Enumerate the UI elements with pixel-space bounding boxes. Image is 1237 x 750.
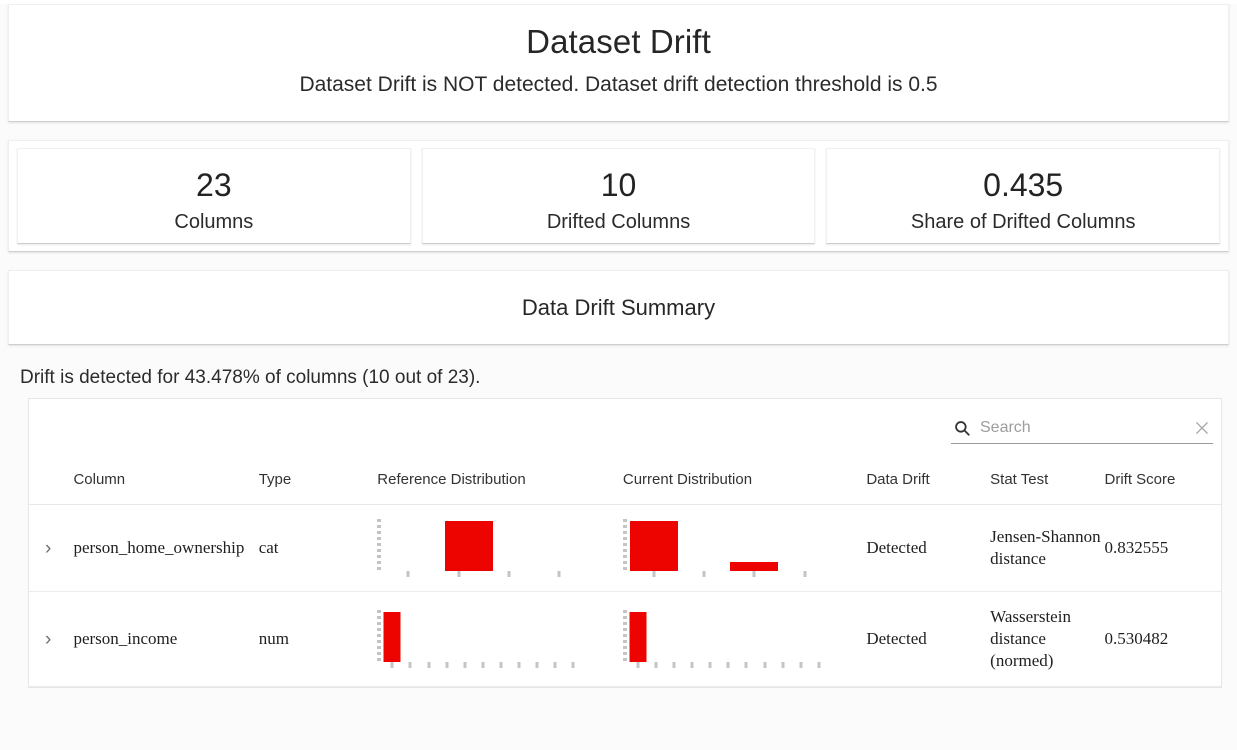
cell-stat-test: Wasserstein distance (normed) [990,592,1104,687]
cell-column-type: cat [259,505,378,592]
cell-current-distribution [623,592,866,687]
table-row[interactable]: › person_home_ownership cat [29,505,1221,592]
cell-stat-test: Jensen-Shannon distance [990,505,1104,592]
cell-column-name: person_home_ownership [73,505,258,592]
search-box[interactable] [951,416,1213,444]
drift-table: Column Type Reference Distribution Curre… [29,461,1221,687]
report-header-panel: Dataset Drift Dataset Drift is NOT detec… [8,4,1229,122]
row-expander-cell: › [29,505,73,592]
search-input[interactable] [980,419,1193,437]
chevron-right-icon[interactable]: › [29,630,73,649]
chart-bar [445,521,493,571]
cell-current-distribution [623,505,866,592]
counter-value: 23 [18,165,410,205]
cell-column-type: num [259,592,378,687]
reference-distribution-chart [377,610,582,668]
cell-data-drift: Detected [866,505,990,592]
data-drift-summary-panel: Data Drift Summary [8,270,1229,345]
column-header-current-distribution[interactable]: Current Distribution [623,461,866,505]
row-expander-cell: › [29,592,73,687]
table-row[interactable]: › person_income num [29,592,1221,687]
counter-card-drifted-columns: 10 Drifted Columns [422,148,816,244]
drift-summary-text: Drift is detected for 43.478% of columns… [20,365,1225,391]
chevron-right-icon[interactable]: › [29,539,73,558]
search-icon [953,419,971,437]
table-body: › person_home_ownership cat [29,505,1221,687]
close-icon[interactable] [1193,419,1211,437]
counter-card-columns: 23 Columns [17,148,411,244]
counter-label: Drifted Columns [423,207,815,237]
counters-panel: 23 Columns 10 Drifted Columns 0.435 Shar… [8,140,1229,252]
section-title: Data Drift Summary [522,295,715,321]
cell-column-name: person_income [73,592,258,687]
drift-table-panel: Column Type Reference Distribution Curre… [28,398,1222,688]
cell-reference-distribution [377,592,623,687]
cell-drift-score: 0.832555 [1105,505,1222,592]
column-header-drift-score[interactable]: Drift Score [1105,461,1222,505]
counter-label: Columns [18,207,410,237]
cell-data-drift: Detected [866,592,990,687]
column-header-type[interactable]: Type [259,461,378,505]
dataset-drift-report: Dataset Drift Dataset Drift is NOT detec… [0,4,1237,750]
table-head: Column Type Reference Distribution Curre… [29,461,1221,505]
counter-card-share-of-drifted-columns: 0.435 Share of Drifted Columns [826,148,1220,244]
counter-label: Share of Drifted Columns [827,207,1219,237]
column-header-column[interactable]: Column [73,461,258,505]
chart-bars [381,519,582,571]
page-title: Dataset Drift [9,21,1228,63]
column-header-reference-distribution[interactable]: Reference Distribution [377,461,623,505]
counter-value: 0.435 [827,165,1219,205]
table-header-row: Column Type Reference Distribution Curre… [29,461,1221,505]
reference-distribution-chart [377,519,582,577]
drift-table-block: Drift is detected for 43.478% of columns… [4,365,1233,688]
chart-x-axis [627,662,828,668]
table-toolbar [29,399,1221,461]
chart-bars [627,519,828,571]
column-header-expander [29,461,73,505]
column-header-stat-test[interactable]: Stat Test [990,461,1104,505]
chart-bar [384,612,401,662]
chart-bar [629,612,646,662]
chart-x-axis [381,662,582,668]
chart-bar [730,562,778,571]
counter-value: 10 [423,165,815,205]
chart-x-axis [381,571,582,577]
column-header-data-drift[interactable]: Data Drift [866,461,990,505]
chart-bars [381,610,582,662]
chart-x-axis [627,571,828,577]
page-subtitle: Dataset Drift is NOT detected. Dataset d… [9,69,1228,101]
cell-reference-distribution [377,505,623,592]
current-distribution-chart [623,610,828,668]
chart-bar [630,521,678,571]
chart-bars [627,610,828,662]
current-distribution-chart [623,519,828,577]
cell-drift-score: 0.530482 [1105,592,1222,687]
